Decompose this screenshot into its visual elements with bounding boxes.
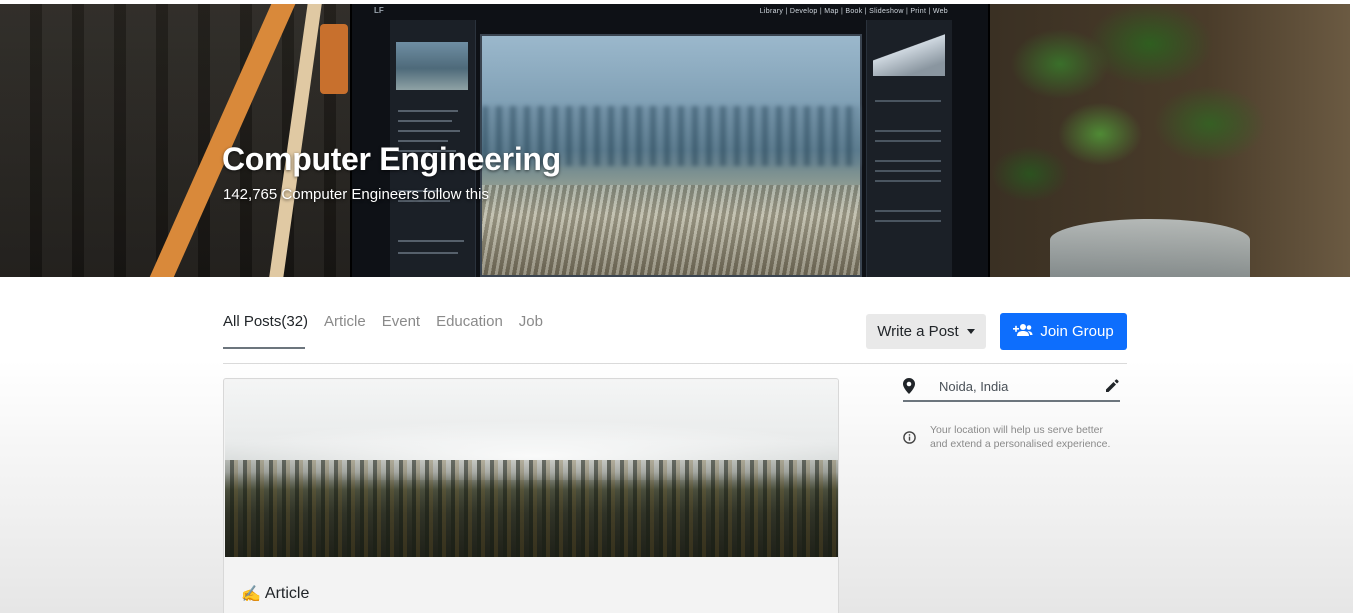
write-post-button[interactable]: Write a Post bbox=[866, 314, 986, 349]
cover-plant bbox=[990, 4, 1350, 277]
writing-hand-icon: ✍️ bbox=[241, 586, 261, 603]
group-cover: LF Library | Develop | Map | Book | Slid… bbox=[0, 4, 1350, 277]
active-tab-indicator bbox=[223, 347, 305, 349]
tab-job[interactable]: Job bbox=[519, 313, 543, 330]
location-help-text: Your location will help us serve better … bbox=[930, 424, 1111, 450]
tab-event[interactable]: Event bbox=[382, 313, 420, 330]
join-group-button[interactable]: Join Group bbox=[1000, 313, 1127, 350]
tab-all-posts[interactable]: All Posts(32) bbox=[223, 313, 308, 330]
post-card[interactable]: ✍️ Article bbox=[223, 378, 839, 613]
info-circle-icon bbox=[903, 431, 916, 449]
map-pin-icon bbox=[903, 378, 915, 399]
post-type-label: Article bbox=[264, 585, 310, 602]
group-title: Computer Engineering bbox=[222, 141, 561, 177]
pencil-icon[interactable] bbox=[1104, 378, 1120, 399]
join-group-label: Join Group bbox=[1040, 323, 1114, 340]
location-value: Noida, India bbox=[939, 379, 1009, 394]
monitor-menu: Library | Develop | Map | Book | Slidesh… bbox=[759, 8, 948, 15]
add-group-icon bbox=[1013, 323, 1033, 341]
location-field[interactable]: Noida, India bbox=[903, 374, 1120, 402]
tab-article[interactable]: Article bbox=[324, 313, 366, 330]
post-type: ✍️ Article bbox=[241, 584, 309, 604]
tabs-divider bbox=[223, 363, 1127, 364]
post-cover-image bbox=[225, 380, 838, 557]
follower-count: 142,765 Computer Engineers follow this bbox=[223, 186, 489, 203]
post-filter-tabs: All Posts(32) Article Event Education Jo… bbox=[223, 313, 543, 330]
caret-down-icon bbox=[966, 329, 975, 334]
tab-education[interactable]: Education bbox=[436, 313, 503, 330]
write-post-label: Write a Post bbox=[877, 323, 959, 340]
